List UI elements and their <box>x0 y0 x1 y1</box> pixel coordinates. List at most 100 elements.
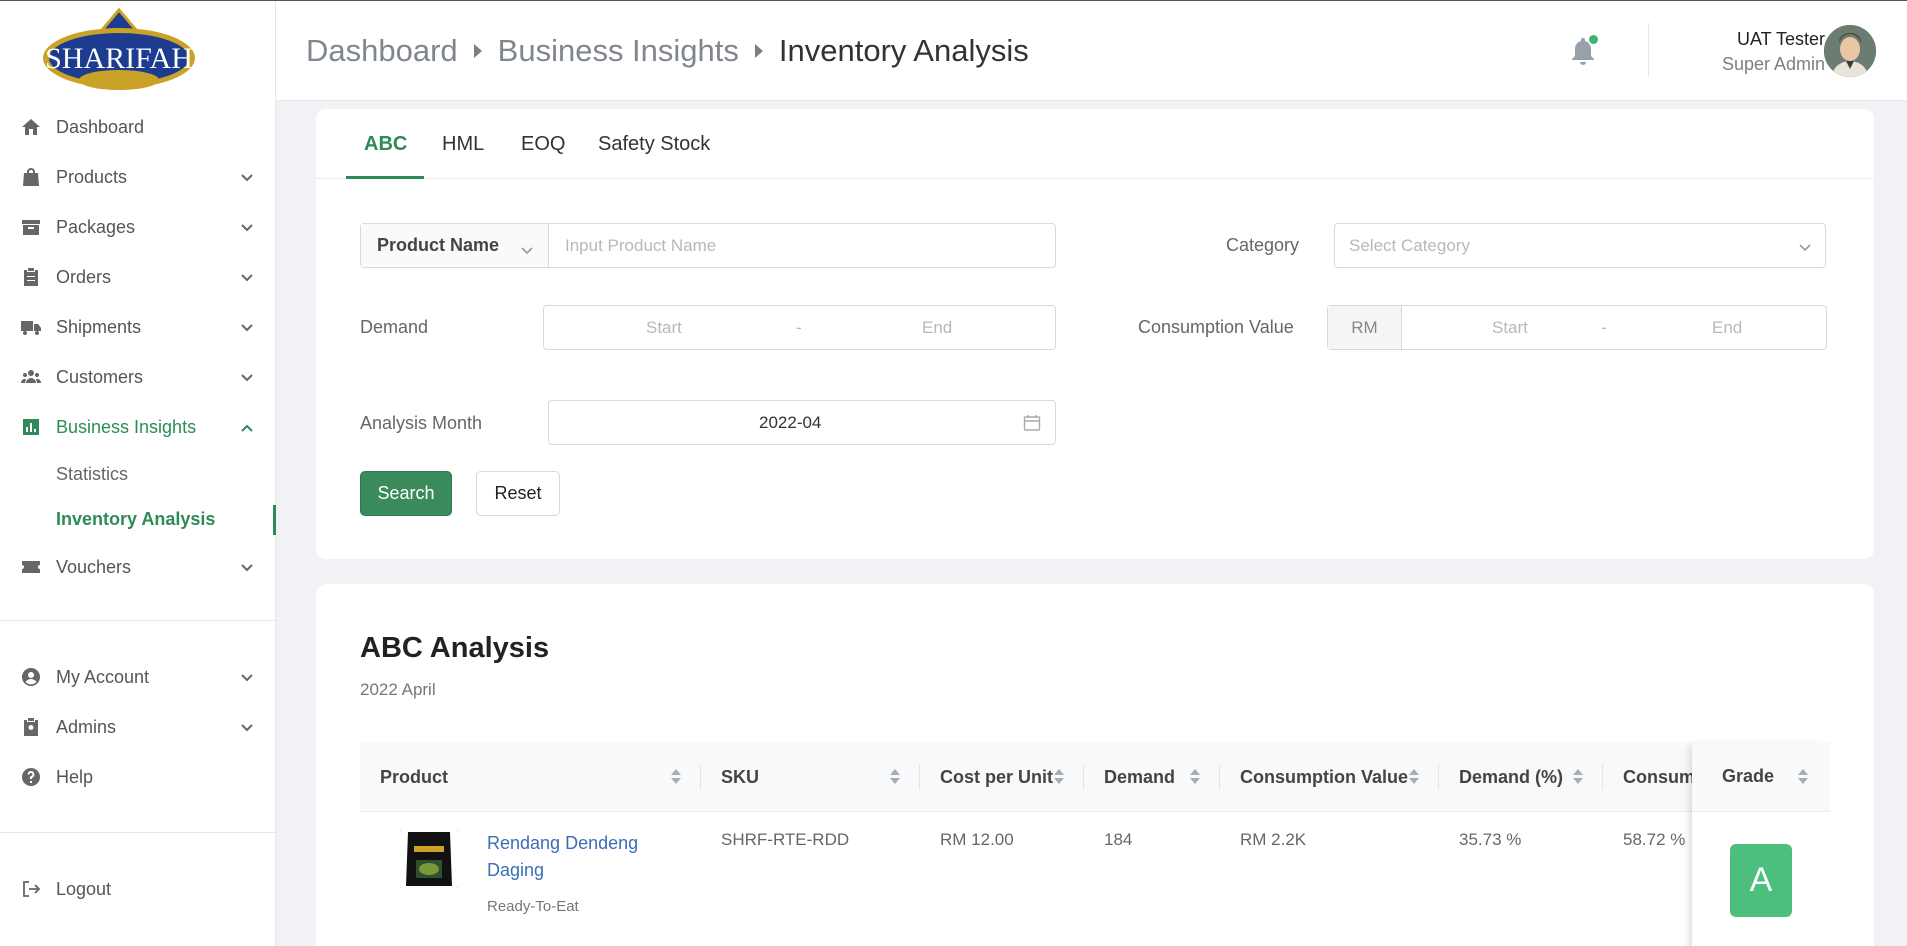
chart-icon <box>20 416 42 438</box>
nav-vouchers-label: Vouchers <box>56 556 132 577</box>
notification-bell-icon[interactable] <box>1570 35 1598 66</box>
top-header: Dashboard Business Insights Inventory An… <box>276 1 1907 101</box>
product-name-link[interactable]: Rendang Dendeng Daging <box>487 830 687 884</box>
grade-badge: A <box>1730 844 1792 917</box>
cell-consumption-value: RM 2.2K <box>1240 830 1307 849</box>
column-header-label: Grade <box>1722 766 1775 786</box>
column-header-label: Consumption Value <box>1240 766 1409 787</box>
abc-table: Product SKU Cost per Unit Demand Consump… <box>360 742 1830 946</box>
tab-safety-stock[interactable]: Safety Stock <box>598 133 710 156</box>
nav-products[interactable]: Products <box>0 152 276 202</box>
nav-shipments[interactable]: Shipments <box>0 302 276 352</box>
main-nav: Dashboard Products Packages Orders Shipm… <box>0 102 276 592</box>
currency-prefix: RM <box>1328 306 1402 349</box>
nav-logout[interactable]: Logout <box>0 864 276 914</box>
consumption-end-input[interactable]: End <box>1712 318 1742 338</box>
category-placeholder: Select Category <box>1349 236 1470 255</box>
sidebar-divider <box>0 832 276 833</box>
sub-nav-statistics-label: Statistics <box>56 464 129 484</box>
chevron-up-icon <box>240 419 254 433</box>
nav-my-account[interactable]: My Account <box>0 652 276 702</box>
logo-text: SHARIFAH <box>45 42 193 75</box>
column-header-demand-pct[interactable]: Demand (%) <box>1439 742 1603 812</box>
active-tab-indicator <box>346 176 424 179</box>
consumption-range: RM Start - End <box>1327 305 1827 350</box>
column-header-sku[interactable]: SKU <box>701 742 920 812</box>
reset-button[interactable]: Reset <box>476 471 560 516</box>
column-header-demand[interactable]: Demand <box>1084 742 1220 812</box>
chevron-down-icon <box>240 669 254 683</box>
sidebar: SHARIFAH Dashboard Products Packages Ord… <box>0 0 276 946</box>
sort-icon[interactable] <box>1798 769 1808 785</box>
sort-icon[interactable] <box>1054 769 1064 785</box>
column-header-label: Cost per Unit <box>940 766 1054 787</box>
column-header-product[interactable]: Product <box>360 742 701 812</box>
user-circle-icon <box>20 666 42 688</box>
sub-nav-statistics[interactable]: Statistics <box>0 452 276 497</box>
tab-eoq[interactable]: EOQ <box>521 133 565 156</box>
product-thumbnail[interactable] <box>400 830 458 888</box>
demand-start-input[interactable]: Start <box>646 318 682 338</box>
search-button[interactable]: Search <box>360 471 452 516</box>
nav-customers[interactable]: Customers <box>0 352 276 402</box>
chevron-down-icon <box>240 319 254 333</box>
users-icon <box>20 366 42 388</box>
home-icon <box>20 116 42 138</box>
consumption-value-label: Consumption Value <box>1138 317 1294 337</box>
breadcrumb-dashboard[interactable]: Dashboard <box>306 33 458 69</box>
column-header-cost-per-unit[interactable]: Cost per Unit <box>920 742 1084 812</box>
demand-label: Demand <box>360 317 429 337</box>
archive-icon <box>20 216 42 238</box>
ticket-icon <box>20 556 42 578</box>
nav-help[interactable]: Help <box>0 752 276 802</box>
nav-vouchers[interactable]: Vouchers <box>0 542 276 592</box>
results-card: ABC Analysis 2022 April Product SKU Cost… <box>316 584 1874 946</box>
nav-dashboard[interactable]: Dashboard <box>0 102 276 152</box>
chevron-down-icon <box>1799 240 1811 252</box>
nav-packages[interactable]: Packages <box>0 202 276 252</box>
logout-nav: Logout <box>0 864 276 914</box>
cell-cost-per-unit: RM 12.00 <box>940 830 1014 849</box>
nav-business-insights-label: Business Insights <box>56 416 197 437</box>
nav-products-label: Products <box>56 166 128 187</box>
sort-icon[interactable] <box>890 769 900 785</box>
avatar[interactable] <box>1824 25 1876 77</box>
product-field-select-label: Product Name <box>377 235 500 255</box>
tab-abc[interactable]: ABC <box>364 133 407 156</box>
cell-sku: SHRF-RTE-RDD <box>721 830 850 849</box>
sharifah-logo[interactable]: SHARIFAH <box>40 7 198 94</box>
nav-admins[interactable]: Admins <box>0 702 276 752</box>
product-name-input[interactable]: Input Product Name <box>565 236 716 256</box>
analysis-month-label: Analysis Month <box>360 413 483 433</box>
column-header-consumption-pct[interactable]: Consump <box>1603 742 1703 812</box>
sub-nav-inventory-analysis[interactable]: Inventory Analysis <box>0 497 276 542</box>
clipboard-icon <box>20 266 42 288</box>
breadcrumb-caret-icon <box>473 44 482 58</box>
sort-icon[interactable] <box>1190 769 1200 785</box>
nav-packages-label: Packages <box>56 216 136 237</box>
column-header-consumption-value[interactable]: Consumption Value <box>1220 742 1439 812</box>
tab-hml[interactable]: HML <box>442 133 484 156</box>
sort-icon[interactable] <box>1409 769 1419 785</box>
consumption-start-input[interactable]: Start <box>1492 318 1528 338</box>
nav-help-label: Help <box>56 766 94 787</box>
analysis-month-picker[interactable]: 2022-04 <box>548 400 1056 445</box>
column-header-grade[interactable]: Grade <box>1692 742 1830 812</box>
sort-icon[interactable] <box>671 769 681 785</box>
product-field-select[interactable]: Product Name <box>361 224 549 267</box>
calendar-icon <box>1023 414 1041 432</box>
chevron-down-icon <box>240 269 254 283</box>
breadcrumb: Dashboard Business Insights Inventory An… <box>306 33 1029 69</box>
chevron-down-icon <box>240 369 254 383</box>
user-name[interactable]: UAT Tester <box>1737 29 1825 50</box>
breadcrumb-business-insights[interactable]: Business Insights <box>498 33 739 69</box>
nav-orders[interactable]: Orders <box>0 252 276 302</box>
column-header-label: Consump <box>1623 766 1703 787</box>
chevron-down-icon <box>240 219 254 233</box>
sort-icon[interactable] <box>1573 769 1583 785</box>
demand-range-separator: - <box>796 318 802 337</box>
column-header-label: Product <box>380 766 449 787</box>
category-select[interactable]: Select Category <box>1334 223 1826 268</box>
nav-business-insights[interactable]: Business Insights <box>0 402 276 452</box>
demand-end-input[interactable]: End <box>922 318 952 338</box>
